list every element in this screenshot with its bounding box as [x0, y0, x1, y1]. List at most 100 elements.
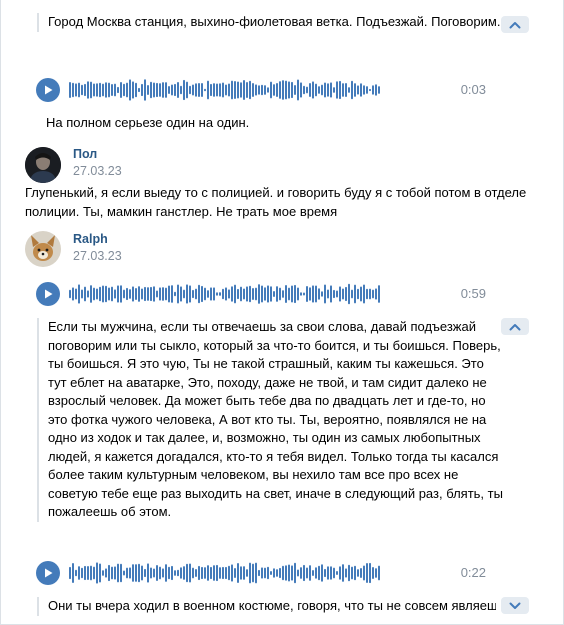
- waveform-bar: [291, 565, 293, 581]
- waveform-bar: [195, 569, 197, 577]
- waveform-bar: [285, 284, 287, 304]
- waveform-bar: [330, 566, 332, 580]
- waveform-bar: [135, 288, 137, 300]
- waveform-bar: [309, 287, 311, 301]
- waveform-bar: [120, 81, 122, 99]
- waveform-bar: [255, 562, 257, 584]
- waveform-bar: [339, 286, 341, 302]
- message-author[interactable]: Пол: [73, 147, 97, 161]
- waveform-bar: [360, 568, 362, 578]
- waveform-bar: [297, 79, 299, 101]
- waveform-bar: [249, 562, 251, 584]
- waveform-bar: [210, 287, 212, 301]
- waveform-bar: [162, 568, 164, 578]
- waveform-bar: [330, 285, 332, 303]
- collapse-transcript-button[interactable]: [501, 318, 529, 335]
- message-author[interactable]: Ralph: [73, 232, 108, 246]
- expand-transcript-button[interactable]: [501, 597, 529, 614]
- waveform-bar: [186, 81, 188, 99]
- waveform-bar: [147, 563, 149, 583]
- waveform-bar: [159, 287, 161, 301]
- collapse-transcript-button[interactable]: [501, 16, 529, 33]
- waveform-bar: [339, 566, 341, 580]
- waveform-bar: [195, 83, 197, 97]
- waveform[interactable]: [68, 78, 382, 102]
- waveform-bar: [234, 80, 236, 100]
- waveform-bar: [246, 81, 248, 99]
- avatar[interactable]: [25, 147, 61, 183]
- waveform-bar: [108, 564, 110, 582]
- waveform-bar: [312, 81, 314, 99]
- waveform-bar: [147, 84, 149, 96]
- waveform-bar: [315, 285, 317, 303]
- waveform-bar: [78, 566, 80, 580]
- waveform-bar: [312, 570, 314, 576]
- waveform-bar: [300, 567, 302, 579]
- message-date[interactable]: 27.03.23: [73, 164, 122, 178]
- waveform-bar: [288, 564, 290, 582]
- waveform-bar: [96, 83, 98, 97]
- waveform-bar: [201, 82, 203, 98]
- waveform-bar: [180, 567, 182, 579]
- waveform-bar: [87, 290, 89, 298]
- waveform-bar: [273, 290, 275, 298]
- waveform-bar: [210, 83, 212, 97]
- waveform-bar: [252, 82, 254, 98]
- avatar[interactable]: [25, 231, 61, 267]
- message-date[interactable]: 27.03.23: [73, 249, 122, 263]
- waveform-bar: [366, 288, 368, 300]
- waveform-bar: [153, 82, 155, 98]
- waveform-bar: [69, 289, 71, 299]
- waveform-bar: [129, 567, 131, 579]
- waveform-bar: [171, 84, 173, 96]
- waveform-bar: [78, 82, 80, 98]
- waveform-bar: [102, 83, 104, 97]
- waveform-bar: [360, 83, 362, 97]
- chevron-up-icon: [509, 21, 521, 28]
- waveform-bar: [144, 568, 146, 578]
- waveform-bar: [243, 566, 245, 580]
- waveform-bar: [267, 87, 269, 93]
- waveform-bar: [216, 292, 218, 296]
- waveform[interactable]: [68, 282, 382, 306]
- waveform-bar: [225, 566, 227, 580]
- waveform-bar: [117, 563, 119, 583]
- waveform-bar: [153, 286, 155, 302]
- waveform-bar: [96, 288, 98, 300]
- waveform-bar: [81, 567, 83, 579]
- waveform-bar: [240, 82, 242, 98]
- play-button[interactable]: [36, 78, 60, 102]
- play-button[interactable]: [36, 282, 60, 306]
- waveform-bar: [183, 566, 185, 580]
- waveform-bar: [171, 565, 173, 581]
- waveform-bar: [150, 286, 152, 302]
- waveform-bar: [192, 84, 194, 96]
- play-button[interactable]: [36, 561, 60, 585]
- waveform-bar: [276, 82, 278, 98]
- waveform-bar: [204, 287, 206, 301]
- waveform-bar: [363, 85, 365, 95]
- waveform-bar: [264, 287, 266, 301]
- waveform-bar: [222, 566, 224, 580]
- waveform-bar: [342, 288, 344, 300]
- waveform-bar: [303, 85, 305, 95]
- voice-transcript: На полном серьезе один на один.: [46, 114, 503, 133]
- waveform-bar: [186, 284, 188, 304]
- chevron-down-icon: [509, 602, 521, 609]
- waveform-bar: [369, 88, 371, 92]
- waveform-bar: [375, 84, 377, 96]
- waveform-bar: [336, 570, 338, 576]
- waveform-bar: [237, 563, 239, 583]
- waveform-bar: [102, 570, 104, 576]
- waveform-bar: [252, 288, 254, 300]
- waveform-bar: [213, 565, 215, 581]
- waveform[interactable]: [68, 561, 382, 585]
- waveform-bar: [219, 83, 221, 97]
- waveform-bar: [309, 565, 311, 581]
- waveform-bar: [207, 290, 209, 298]
- waveform-bar: [177, 569, 179, 577]
- waveform-bar: [93, 566, 95, 580]
- waveform-bar: [318, 86, 320, 94]
- waveform-bar: [72, 563, 74, 583]
- waveform-bar: [216, 83, 218, 97]
